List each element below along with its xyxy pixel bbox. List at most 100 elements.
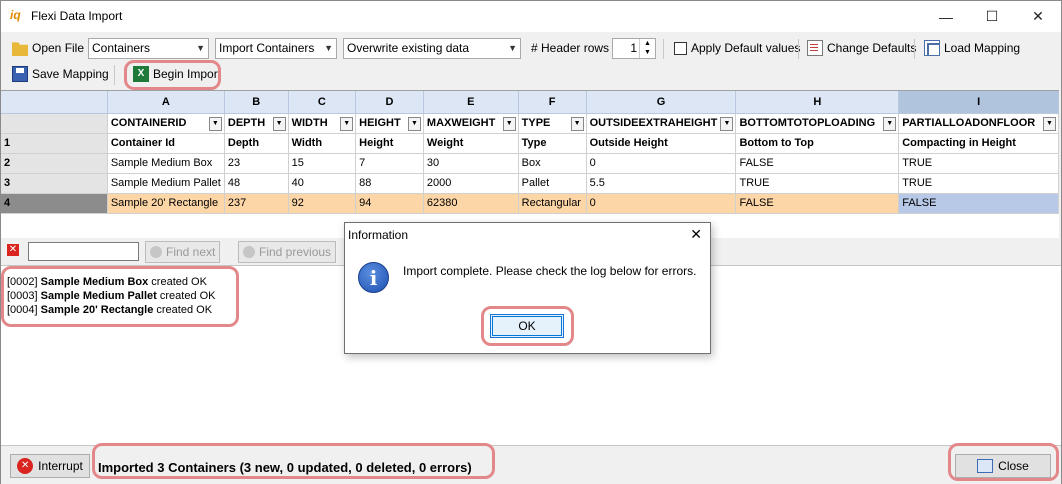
grid-cell[interactable]: 7 [355, 153, 424, 174]
grid-cell[interactable]: 2000 [423, 173, 519, 194]
grid-cell[interactable]: Width [288, 133, 357, 154]
minimize-button[interactable]: — [923, 1, 969, 32]
field-select[interactable]: HEIGHT ▼ [355, 113, 424, 134]
grid-cell[interactable]: Outside Height [586, 133, 737, 154]
chevron-down-icon: ▼ [208, 116, 222, 131]
row-header[interactable]: 1 [1, 133, 108, 154]
info-icon: i [358, 262, 389, 293]
apply-defaults-checkbox[interactable] [674, 42, 687, 55]
table-row[interactable]: 1 Container Id Depth Width Height Weight… [1, 133, 1059, 154]
field-select[interactable]: TYPE ▼ [518, 113, 587, 134]
grid-cell[interactable]: TRUE [898, 153, 1059, 174]
chevron-down-icon: ▼ [196, 43, 205, 53]
column-header[interactable]: E [423, 91, 519, 114]
change-defaults-button[interactable]: Change Defaults [804, 37, 919, 59]
folder-icon [12, 42, 28, 56]
grid-cell[interactable]: Pallet [518, 173, 587, 194]
column-header[interactable]: I [898, 91, 1059, 114]
grid-cell[interactable]: 15 [288, 153, 357, 174]
toolbar-separator [914, 39, 915, 59]
grid-cell[interactable]: Box [518, 153, 587, 174]
table-row[interactable]: 2 Sample Medium Box 23 15 7 30 Box 0 FAL… [1, 153, 1059, 174]
field-select[interactable]: PARTIALLOADONFLOOR ▼ [898, 113, 1059, 134]
grid-cell[interactable]: TRUE [735, 173, 900, 194]
data-grid[interactable]: A B C D E F G H I CONTAINERID ▼ DEPTH ▼ WI… [1, 90, 1059, 238]
grid-cell[interactable]: 62380 [423, 193, 519, 214]
column-header[interactable]: D [355, 91, 424, 114]
row-header[interactable]: 2 [1, 153, 108, 174]
chevron-down-icon: ▼ [502, 116, 516, 131]
grid-cell[interactable]: Depth [224, 133, 289, 154]
load-mapping-button[interactable]: Load Mapping [921, 37, 1023, 59]
chevron-down-icon: ▼ [340, 116, 354, 131]
open-file-button[interactable]: Open File [9, 37, 87, 59]
close-window-button[interactable]: ✕ [1015, 1, 1061, 32]
chevron-down-icon: ▼ [272, 116, 286, 131]
document-icon [807, 40, 823, 56]
grid-cell[interactable]: Sample Medium Box [107, 153, 225, 174]
stop-icon: ✕ [17, 458, 34, 474]
grid-cell[interactable]: Rectangular [518, 193, 587, 214]
grid-cell[interactable]: 0 [586, 153, 737, 174]
grid-cell[interactable]: Weight [423, 133, 519, 154]
grid-cell-active[interactable]: FALSE [898, 193, 1059, 214]
grid-cell[interactable]: 94 [355, 193, 424, 214]
column-header[interactable]: B [224, 91, 289, 114]
column-header[interactable]: F [518, 91, 587, 114]
grid-cell[interactable]: Sample Medium Pallet [107, 173, 225, 194]
grid-cell[interactable]: TRUE [898, 173, 1059, 194]
save-mapping-button[interactable]: Save Mapping [9, 63, 112, 85]
dialog-title: Information [348, 228, 409, 242]
field-select[interactable]: OUTSIDEEXTRAHEIGHT ▼ [586, 113, 737, 134]
column-header[interactable]: G [586, 91, 737, 114]
grid-cell[interactable]: 237 [224, 193, 289, 214]
iq-logo-icon: iq [10, 8, 21, 22]
grid-cell[interactable]: 88 [355, 173, 424, 194]
grid-cell[interactable]: 30 [423, 153, 519, 174]
chevron-down-icon: ▼ [508, 43, 517, 53]
grid-cell[interactable]: 5.5 [586, 173, 737, 194]
interrupt-button[interactable]: ✕ Interrupt [10, 454, 90, 478]
field-select[interactable]: DEPTH ▼ [224, 113, 289, 134]
chevron-down-icon: ▼ [883, 116, 897, 131]
toolbar-separator [114, 65, 115, 85]
find-next-button[interactable]: Find next [145, 241, 221, 263]
grid-cell[interactable]: FALSE [735, 153, 900, 174]
grid-cell[interactable]: Compacting in Height [898, 133, 1059, 154]
column-header[interactable]: A [107, 91, 225, 114]
mode-select[interactable]: Overwrite existing data ▼ [343, 38, 521, 59]
grid-cell[interactable]: 92 [288, 193, 357, 214]
flexi-data-import-window: iq Flexi Data Import — ☐ ✕ Open File Con… [0, 0, 1062, 484]
field-select[interactable]: BOTTOMTOTOPLOADING ▼ [735, 113, 900, 134]
grid-cell[interactable]: 0 [586, 193, 737, 214]
grid-cell[interactable]: 23 [224, 153, 289, 174]
table-row[interactable]: 3 Sample Medium Pallet 48 40 88 2000 Pal… [1, 173, 1059, 194]
maximize-button[interactable]: ☐ [969, 1, 1015, 32]
field-select[interactable]: CONTAINERID ▼ [107, 113, 225, 134]
toolbar-separator [798, 39, 799, 59]
find-previous-button[interactable]: Find previous [238, 241, 337, 263]
row-header[interactable]: 3 [1, 173, 108, 194]
grid-cell[interactable]: Bottom to Top [735, 133, 900, 154]
grid-cell[interactable]: Container Id [107, 133, 225, 154]
template-select[interactable]: Import Containers ▼ [215, 38, 337, 59]
table-row-selected[interactable]: 4 Sample 20' Rectangle 237 92 94 62380 R… [1, 193, 1059, 214]
grid-cell[interactable]: Sample 20' Rectangle [107, 193, 225, 214]
grid-cell[interactable]: 40 [288, 173, 357, 194]
row-header[interactable]: 4 [1, 193, 108, 214]
entity-select[interactable]: Containers ▼ [88, 38, 209, 59]
find-input[interactable] [28, 242, 139, 261]
grid-cell[interactable]: FALSE [735, 193, 900, 214]
grid-cell[interactable]: Height [355, 133, 424, 154]
field-mapping-row: CONTAINERID ▼ DEPTH ▼ WIDTH ▼ HEIGHT ▼ MAXWE… [1, 113, 1059, 134]
field-select[interactable]: WIDTH ▼ [288, 113, 357, 134]
field-select[interactable]: MAXWEIGHT ▼ [423, 113, 519, 134]
column-header[interactable]: H [735, 91, 900, 114]
header-rows-spinner[interactable]: 1 ▲ ▼ [612, 38, 656, 59]
close-icon[interactable]: ✕ [690, 226, 702, 243]
column-header[interactable]: C [288, 91, 357, 114]
grid-cell[interactable]: Type [518, 133, 587, 154]
grid-cell[interactable]: 48 [224, 173, 289, 194]
arrow-up-icon [243, 246, 255, 258]
close-find-icon[interactable]: ✕ [7, 244, 19, 256]
